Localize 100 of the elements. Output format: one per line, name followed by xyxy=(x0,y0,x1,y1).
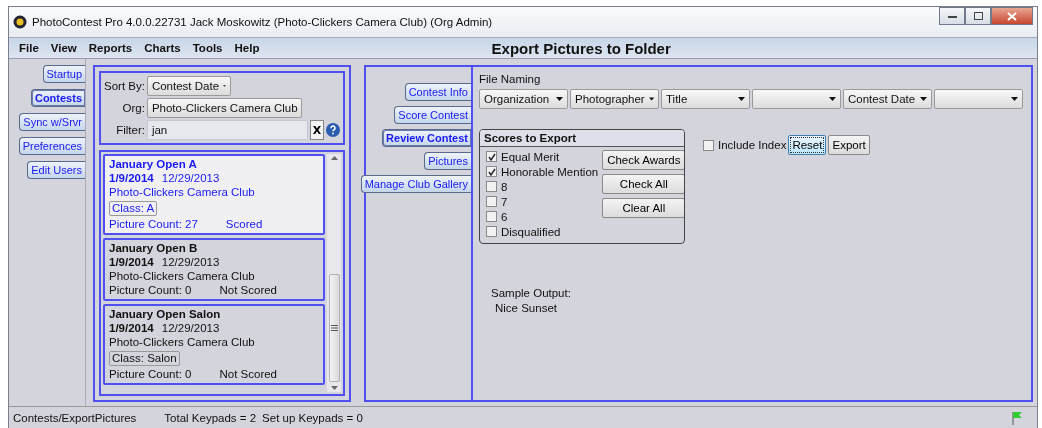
contest-date: 12/29/2013 xyxy=(161,322,220,335)
flag-icon xyxy=(1011,410,1023,425)
picture-count: Picture Count: 0 xyxy=(109,368,192,381)
status-setup-keypads: Set up Keypads = 0 xyxy=(262,411,363,424)
dropdown-arrow-icon xyxy=(1011,97,1018,101)
sort-label: Sort By: xyxy=(104,80,145,92)
checkbox[interactable] xyxy=(486,166,497,177)
checkbox[interactable] xyxy=(486,151,497,162)
dropdown-arrow-icon xyxy=(223,84,226,88)
sample-output-value: Nice Sunset xyxy=(494,301,558,316)
filter-field[interactable]: jan xyxy=(146,120,308,140)
score-status: Not Scored xyxy=(219,368,277,381)
score-checkbox[interactable]: Equal Merit xyxy=(486,149,599,164)
score-checkbox[interactable]: 8 xyxy=(486,179,599,194)
menu-item[interactable]: Help xyxy=(228,42,266,54)
help-icon[interactable] xyxy=(326,123,340,137)
checkbox[interactable] xyxy=(486,196,497,207)
scrollbar[interactable] xyxy=(327,154,341,392)
org-dropdown[interactable]: Photo-Clickers Camera Club xyxy=(146,98,302,118)
maximize-icon xyxy=(973,12,983,20)
contest-card[interactable]: January Open B 1/9/2014 12/29/2013 Photo-Clickers Camera Club Picture Count: 0 Not Scored xyxy=(103,238,325,301)
include-index-checkbox[interactable]: Include Index xyxy=(703,137,787,153)
score-button[interactable]: Check Awards xyxy=(602,150,684,170)
sub-tab[interactable]: Score Contest xyxy=(394,106,471,124)
menu-item[interactable]: File xyxy=(13,42,45,54)
scores-title: Scores to Export xyxy=(480,130,684,147)
sub-tab[interactable]: Pictures xyxy=(424,152,471,170)
page-title: Export Pictures to Folder xyxy=(491,39,672,57)
naming-dropdown[interactable]: Photographer xyxy=(570,89,659,109)
nav-tab[interactable]: Preferences xyxy=(18,137,85,155)
checkbox[interactable] xyxy=(486,181,497,192)
score-checkbox[interactable]: 6 xyxy=(486,209,599,224)
org-label: Org: xyxy=(121,102,145,114)
contest-card[interactable]: January Open Salon 1/9/2014 12/29/2013 Photo-Clickers Camera Club Class: Salon Picture Count: 0 Not Scored xyxy=(103,304,325,385)
dropdown-arrow-icon xyxy=(829,97,836,101)
scroll-down-arrow-icon[interactable] xyxy=(330,386,338,390)
checkbox[interactable] xyxy=(486,211,497,222)
sample-output-label: Sample Output: xyxy=(491,286,572,301)
nav-tab[interactable]: Contests xyxy=(30,89,85,107)
class-tag: Class: Salon xyxy=(109,351,180,366)
naming-dropdown[interactable]: Contest Date xyxy=(843,89,932,109)
contest-org: Photo-Clickers Camera Club xyxy=(109,270,255,283)
clear-filter-button[interactable]: X xyxy=(310,120,324,140)
status-path: Contests/ExportPictures xyxy=(13,411,137,424)
close-icon xyxy=(1007,11,1017,21)
status-keypads: Total Keypads = 2 xyxy=(164,411,257,424)
naming-dropdown[interactable] xyxy=(934,89,1023,109)
contest-date: 12/29/2013 xyxy=(161,256,220,269)
dropdown-arrow-icon xyxy=(648,97,654,101)
contest-card[interactable]: January Open A 1/9/2014 12/29/2013 Photo-Clickers Camera Club Class: A Picture Count: 27 Scored xyxy=(103,154,325,235)
contest-name: January Open A xyxy=(109,158,197,171)
contest-name: January Open Salon xyxy=(109,308,221,321)
picture-count: Picture Count: 27 xyxy=(109,218,198,231)
action-button[interactable]: Reset xyxy=(788,135,827,155)
contest-date: 1/9/2014 xyxy=(109,256,154,269)
scroll-thumb[interactable] xyxy=(328,274,340,382)
sub-tab[interactable]: Manage Club Gallery xyxy=(360,175,471,193)
minimize-icon xyxy=(947,14,957,18)
dropdown-arrow-icon xyxy=(920,97,927,101)
app-logo-icon xyxy=(13,15,27,29)
score-checkbox[interactable]: Disqualified xyxy=(486,224,599,239)
checkbox[interactable] xyxy=(703,139,714,151)
close-button[interactable] xyxy=(991,7,1033,25)
file-naming-label: File Naming xyxy=(479,73,542,85)
score-checkbox[interactable]: Honorable Mention xyxy=(486,164,599,179)
dropdown-arrow-icon xyxy=(738,97,745,101)
score-status: Not Scored xyxy=(219,284,277,297)
menu-item[interactable]: Tools xyxy=(186,42,229,54)
menu-item[interactable]: Charts xyxy=(138,42,187,54)
checkbox[interactable] xyxy=(486,226,497,237)
sub-tab[interactable]: Contest Info xyxy=(404,83,471,101)
sort-dropdown[interactable]: Contest Date xyxy=(146,76,231,96)
nav-tab[interactable]: Edit Users xyxy=(27,161,85,179)
sub-tab[interactable]: Review Contest xyxy=(382,129,471,147)
window-title: PhotoContest Pro 4.0.0.22731 Jack Moskowitz (Photo-Clickers Camera Club) (Org Admin) xyxy=(32,16,494,28)
naming-dropdown[interactable]: Organization xyxy=(479,89,568,109)
nav-tab[interactable]: Sync w/Srvr xyxy=(19,113,85,131)
contest-org: Photo-Clickers Camera Club xyxy=(109,186,255,199)
contest-date: 1/9/2014 xyxy=(109,172,154,185)
class-tag: Class: A xyxy=(109,201,158,216)
scroll-up-arrow-icon[interactable] xyxy=(330,156,338,160)
score-checkbox[interactable]: 7 xyxy=(486,194,599,209)
naming-dropdown[interactable] xyxy=(752,89,841,109)
contest-date: 1/9/2014 xyxy=(109,322,154,335)
contest-name: January Open B xyxy=(109,242,198,255)
score-button[interactable]: Check All xyxy=(602,174,684,194)
score-button[interactable]: Clear All xyxy=(602,198,684,218)
naming-dropdown[interactable]: Title xyxy=(661,89,750,109)
nav-tab[interactable]: Startup xyxy=(42,65,85,83)
action-button[interactable]: Export xyxy=(828,135,870,155)
score-status: Scored xyxy=(225,218,263,231)
filter-label: Filter: xyxy=(115,124,145,136)
menu-item[interactable]: View xyxy=(44,42,83,54)
contest-org: Photo-Clickers Camera Club xyxy=(109,336,255,349)
menu-item[interactable]: Reports xyxy=(82,42,139,54)
maximize-button[interactable] xyxy=(965,7,991,25)
picture-count: Picture Count: 0 xyxy=(109,284,192,297)
dropdown-arrow-icon xyxy=(556,97,563,101)
contest-date: 12/29/2013 xyxy=(161,172,220,185)
minimize-button[interactable] xyxy=(939,7,965,25)
